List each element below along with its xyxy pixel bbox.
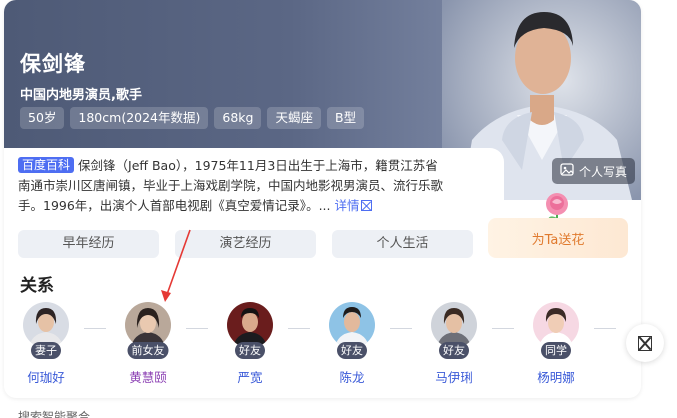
- red-arrow-icon: [161, 229, 191, 302]
- relation-name: 马伊琍: [435, 370, 473, 385]
- relation-badge: 同学: [541, 342, 571, 359]
- external-link-icon: [361, 200, 373, 211]
- tag-height: 180cm(2024年数据): [70, 107, 209, 129]
- relation-badge: 好友: [235, 342, 265, 359]
- relation-name: 陈龙: [339, 370, 365, 385]
- person-occupation: 中国内地男演员,歌手: [20, 88, 142, 103]
- footer-section-title: 搜索智能聚合: [18, 410, 91, 418]
- life-tabs: 早年经历 演艺经历 个人生活: [18, 230, 473, 258]
- relation-item[interactable]: 好友 马伊琍: [426, 302, 482, 386]
- details-label: 详情: [334, 198, 360, 213]
- send-flower-button[interactable]: 为Ta送花: [488, 218, 628, 258]
- tab-personal-life[interactable]: 个人生活: [332, 230, 473, 258]
- relation-connector: [84, 328, 106, 329]
- relations-title: 关系: [20, 276, 54, 296]
- relation-name: 何珈好: [27, 370, 65, 385]
- relation-item[interactable]: 前女友 黄慧颐: [120, 302, 176, 386]
- tab-early-life[interactable]: 早年经历: [18, 230, 159, 258]
- tag-blood-type: B型: [327, 107, 365, 129]
- tag-age: 50岁: [20, 107, 65, 129]
- attribute-tags: 50岁 180cm(2024年数据) 68kg 天蝎座 B型: [20, 107, 365, 129]
- relation-name: 黄慧颐: [129, 370, 167, 385]
- relation-connector: [288, 328, 310, 329]
- tag-weight: 68kg: [214, 107, 262, 129]
- tab-career[interactable]: 演艺经历: [175, 230, 316, 258]
- relation-badge: 前女友: [127, 342, 169, 359]
- person-card: 保剑锋 中国内地男演员,歌手 50岁 180cm(2024年数据) 68kg 天…: [4, 0, 641, 398]
- personal-photos-label: 个人写真: [579, 164, 628, 179]
- relation-item[interactable]: 同学 杨明娜: [528, 302, 584, 386]
- relation-name: 杨明娜: [537, 370, 575, 385]
- relation-item[interactable]: 好友 陈龙: [324, 302, 380, 386]
- personal-photos-button[interactable]: 个人写真: [552, 158, 636, 184]
- relation-connector: [390, 328, 412, 329]
- person-name: 保剑锋: [20, 52, 86, 76]
- relation-item[interactable]: 妻子 何珈好: [18, 302, 74, 386]
- relation-badge: 好友: [439, 342, 469, 359]
- relation-item[interactable]: 好友 严宽: [222, 302, 278, 386]
- image-icon: [560, 163, 574, 179]
- relation-name: 严宽: [237, 370, 263, 385]
- relation-badge: 好友: [337, 342, 367, 359]
- intro-body: 保剑锋（Jeff Bao），1975年11月3日出生于上海市，籍贯江苏省南通市崇…: [18, 158, 444, 213]
- relation-connector: [492, 328, 514, 329]
- relation-connector: [594, 328, 616, 329]
- tag-zodiac: 天蝎座: [267, 107, 321, 129]
- intro-text: 百度百科 保剑锋（Jeff Bao），1975年11月3日出生于上海市，籍贯江苏省…: [18, 156, 448, 216]
- details-link[interactable]: 详情: [334, 198, 373, 213]
- relations-list: 妻子 何珈好 前女友 黄慧颐 好友 严宽 好友 陈龙 好友 马伊琍 同学 杨明娜: [18, 302, 628, 392]
- next-relations-button[interactable]: [626, 324, 664, 362]
- baike-badge[interactable]: 百度百科: [18, 157, 75, 173]
- relation-badge: 妻子: [31, 342, 61, 359]
- relation-connector: [186, 328, 208, 329]
- next-arrow-icon: [638, 335, 652, 351]
